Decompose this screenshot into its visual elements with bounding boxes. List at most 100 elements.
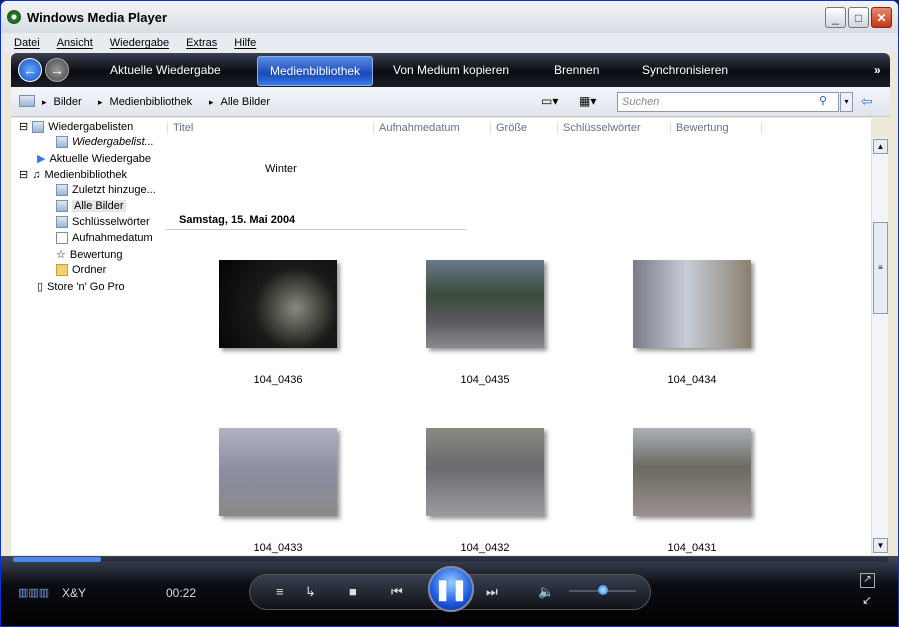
- photo-thumbnail[interactable]: [426, 260, 544, 348]
- tree-label: Wiedergabelist...: [72, 136, 154, 148]
- menu-extras[interactable]: Extras: [186, 37, 217, 49]
- column-title[interactable]: Titel: [167, 122, 373, 134]
- back-button[interactable]: ←: [18, 58, 42, 82]
- scroll-down-button[interactable]: ▼: [873, 538, 888, 553]
- breadcrumb-all-pictures[interactable]: Alle Bilder: [209, 96, 271, 108]
- view-options-icon[interactable]: ▦▾: [579, 94, 596, 108]
- tree-label: Zuletzt hinzuge...: [72, 184, 156, 196]
- back-arrow-icon[interactable]: ⇦: [861, 93, 873, 110]
- photo-label: 104_0435: [460, 374, 510, 386]
- tab-sync[interactable]: Synchronisieren: [642, 53, 728, 87]
- photo-label: 104_0432: [460, 542, 510, 554]
- group-header: Samstag, 15. Mai 2004: [179, 214, 296, 226]
- tree-label: Store 'n' Go Pro: [47, 280, 125, 293]
- breadcrumb-bilder[interactable]: Bilder: [42, 96, 82, 108]
- more-tabs-button[interactable]: »: [874, 53, 881, 87]
- tree-label: Ordner: [72, 264, 107, 276]
- stop-button[interactable]: ■: [349, 584, 357, 599]
- photo-label: 104_0436: [253, 374, 303, 386]
- picture-icon: [56, 216, 68, 228]
- track-title: X&Y: [62, 586, 87, 600]
- column-keywords[interactable]: Schlüsselwörter: [557, 122, 670, 134]
- menu-datei[interactable]: Datei: [14, 37, 40, 49]
- vertical-scrollbar[interactable]: ▲ ≡ ▼: [871, 138, 888, 555]
- scroll-up-button[interactable]: ▲: [873, 139, 888, 154]
- tab-now-playing[interactable]: Aktuelle Wiedergabe: [110, 53, 221, 87]
- tree-library[interactable]: ⊟ ♫ Medienbibliothek: [19, 168, 128, 182]
- tree-folder[interactable]: Ordner: [56, 264, 106, 276]
- next-button[interactable]: ⏭: [486, 584, 498, 600]
- group-label-winter: Winter: [265, 163, 297, 175]
- nav-bar: ← → Aktuelle Wiedergabe Medienbibliothek…: [11, 53, 890, 87]
- tree-label: Medienbibliothek: [44, 168, 128, 181]
- tab-library[interactable]: Medienbibliothek: [257, 56, 374, 86]
- menu-bar: Datei Ansicht Wiedergabe Extras Hilfe: [1, 33, 898, 53]
- photo-thumbnail[interactable]: [426, 428, 544, 516]
- tree-now-playing[interactable]: ▶ Aktuelle Wiedergabe: [37, 152, 151, 166]
- breadcrumb-library[interactable]: Medienbibliothek: [98, 96, 193, 108]
- repeat-icon[interactable]: ↳: [305, 584, 316, 600]
- column-size[interactable]: Größe: [490, 122, 557, 134]
- group-divider: [166, 229, 466, 230]
- pictures-icon[interactable]: [19, 95, 35, 107]
- menu-wiedergabe[interactable]: Wiedergabe: [110, 37, 169, 49]
- scroll-thumb[interactable]: ≡: [873, 222, 888, 314]
- wmp-window: Windows Media Player _ □ ✕ Datei Ansicht…: [0, 0, 899, 627]
- search-dropdown-button[interactable]: ▾: [840, 92, 853, 112]
- tree-keywords[interactable]: Schlüsselwörter: [56, 216, 150, 228]
- volume-knob[interactable]: [597, 585, 608, 595]
- photo-thumbnail[interactable]: [219, 260, 337, 348]
- maximize-button[interactable]: □: [848, 7, 869, 28]
- forward-button[interactable]: →: [45, 58, 69, 82]
- tree-device[interactable]: ▯ Store 'n' Go Pro: [37, 280, 125, 294]
- tree-all-pictures[interactable]: Alle Bilder: [56, 200, 126, 212]
- minimize-button[interactable]: _: [825, 7, 846, 28]
- pause-button[interactable]: ❚❚: [428, 566, 474, 612]
- photo-thumbnail[interactable]: [219, 428, 337, 516]
- search-icon[interactable]: ⚲: [819, 94, 827, 107]
- folder-icon: [56, 264, 68, 276]
- previous-button[interactable]: ⏮: [391, 584, 403, 600]
- play-icon: ▶: [37, 153, 46, 165]
- shuffle-icon[interactable]: ≡: [276, 584, 284, 599]
- visualization-icon[interactable]: ▥▥▥: [18, 586, 49, 599]
- wmp-logo-icon: [7, 10, 21, 24]
- player-controls: ▥▥▥ X&Y 00:22 ≡ ↳ ■ ⏮ ❚❚ ⏭ 🔈 ↗ ↙: [1, 556, 898, 626]
- tree-recent[interactable]: Zuletzt hinzuge...: [56, 184, 156, 196]
- switch-to-skin-icon[interactable]: ↙: [862, 593, 872, 607]
- playlist-icon: [32, 120, 45, 133]
- photo-label: 104_0431: [667, 542, 717, 554]
- column-date[interactable]: Aufnahmedatum: [373, 122, 490, 134]
- volume-icon[interactable]: 🔈: [538, 584, 554, 600]
- calendar-icon: [56, 184, 68, 196]
- menu-ansicht[interactable]: Ansicht: [57, 37, 93, 49]
- photo-thumbnail[interactable]: [633, 428, 751, 516]
- seek-bar[interactable]: [13, 557, 888, 562]
- tab-rip[interactable]: Von Medium kopieren: [393, 53, 509, 87]
- tab-burn[interactable]: Brennen: [554, 53, 599, 87]
- tree-date-taken[interactable]: Aufnahmedatum: [56, 232, 153, 244]
- column-headers: Titel Aufnahmedatum Größe Schlüsselwörte…: [166, 118, 871, 138]
- column-rating[interactable]: Bewertung: [670, 122, 762, 134]
- photo-label: 104_0433: [253, 542, 303, 554]
- new-playlist-icon: [56, 136, 68, 148]
- volume-slider[interactable]: [569, 585, 636, 595]
- close-button[interactable]: ✕: [871, 7, 892, 28]
- layout-options-icon[interactable]: ▭▾: [541, 94, 558, 108]
- tree-playlists[interactable]: ⊟ Wiedergabelisten: [19, 120, 133, 133]
- tree-new-playlist[interactable]: Wiedergabelist...: [56, 136, 154, 148]
- seek-progress: [13, 557, 101, 562]
- window-title: Windows Media Player: [27, 9, 168, 25]
- navigation-tree: ⊟ Wiedergabelisten Wiedergabelist... ▶ Akt…: [11, 118, 166, 555]
- photo-label: 104_0434: [667, 374, 717, 386]
- search-input[interactable]: Suchen: [617, 92, 839, 112]
- photo-thumbnail[interactable]: [633, 260, 751, 348]
- title-bar: Windows Media Player _ □ ✕: [1, 1, 898, 33]
- tree-rating[interactable]: ☆ Bewertung: [56, 248, 123, 262]
- tree-label: Bewertung: [69, 248, 123, 261]
- picture-icon: [56, 200, 68, 212]
- tree-label: Schlüsselwörter: [72, 216, 150, 228]
- menu-hilfe[interactable]: Hilfe: [234, 37, 256, 49]
- tree-label: Alle Bilder: [72, 200, 126, 212]
- compact-mode-icon[interactable]: ↗: [860, 573, 875, 588]
